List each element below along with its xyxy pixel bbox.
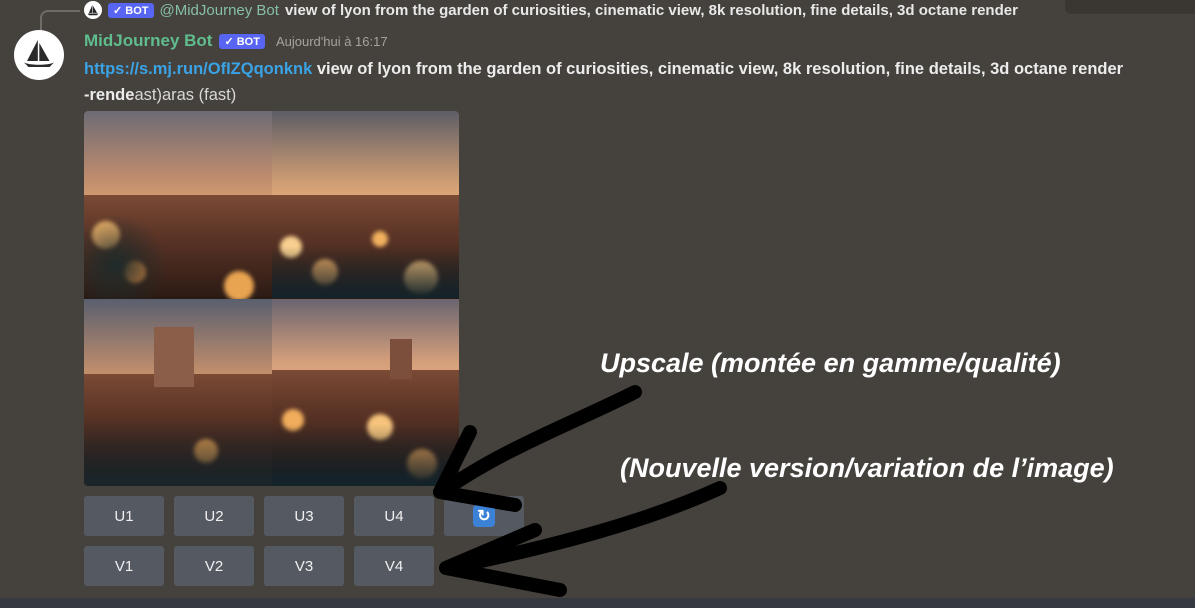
upscale-annotation: Upscale (montée en gamme/qualité) [600, 348, 1061, 378]
bottom-bar [0, 598, 1195, 608]
variation-annotation: (Nouvelle version/variation de l’image) [620, 453, 1114, 483]
annotation-arrows [433, 385, 727, 597]
